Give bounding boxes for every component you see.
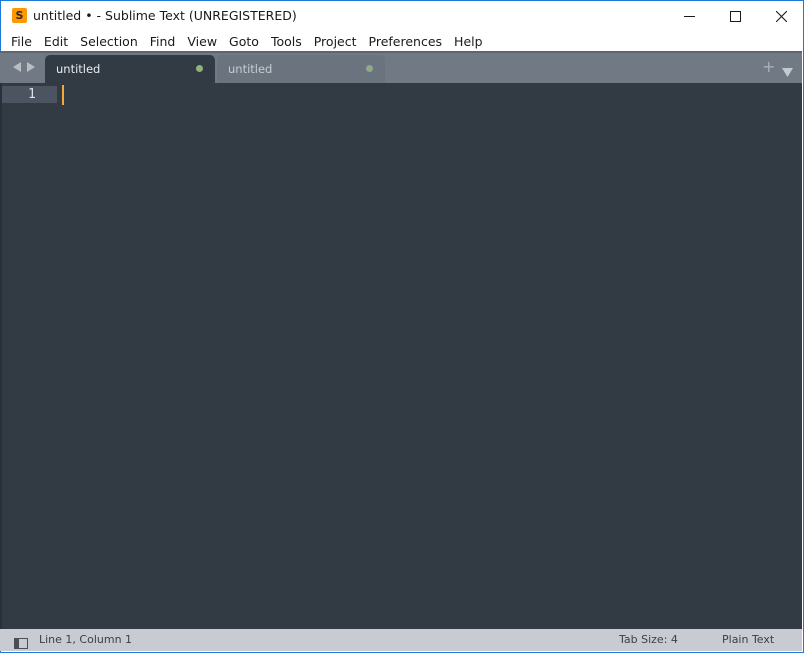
chevron-right-icon[interactable] (26, 61, 37, 73)
tab-label: untitled (228, 62, 273, 76)
status-syntax[interactable]: Plain Text (722, 633, 774, 646)
close-button[interactable] (758, 1, 804, 31)
modified-dot-icon[interactable] (196, 65, 203, 72)
menu-selection[interactable]: Selection (74, 31, 144, 52)
chevron-left-icon[interactable] (11, 61, 22, 73)
menu-tools[interactable]: Tools (265, 31, 308, 52)
side-panel-icon (14, 638, 28, 649)
line-number: 1 (28, 87, 36, 102)
sublime-text-icon: S (12, 8, 27, 23)
maximize-icon (729, 10, 741, 22)
triangle-down-icon (782, 68, 793, 77)
tab-navigation (11, 59, 39, 75)
menu-preferences[interactable]: Preferences (363, 31, 449, 52)
menu-project[interactable]: Project (308, 31, 363, 52)
title-bar: S untitled • - Sublime Text (UNREGISTERE… (1, 1, 803, 31)
tab-label: untitled (56, 62, 101, 76)
modified-dot-icon[interactable] (366, 65, 373, 72)
text-cursor (62, 85, 64, 105)
minimize-icon (683, 15, 695, 17)
plus-icon[interactable]: + (762, 58, 775, 76)
side-panel-toggle[interactable] (14, 634, 28, 653)
editor-edge (0, 83, 2, 629)
close-icon (775, 10, 787, 22)
tab-menu-button[interactable] (782, 62, 793, 81)
tab-untitled-inactive[interactable]: untitled (217, 55, 385, 83)
tab-bar-border (0, 51, 802, 53)
menu-edit[interactable]: Edit (38, 31, 74, 52)
status-cursor-position: Line 1, Column 1 (39, 633, 133, 646)
menu-help[interactable]: Help (448, 31, 489, 52)
menu-goto[interactable]: Goto (223, 31, 265, 52)
minimize-button[interactable] (666, 1, 712, 31)
menu-view[interactable]: View (181, 31, 223, 52)
menu-file[interactable]: File (5, 31, 38, 52)
tab-untitled-active[interactable]: untitled (45, 55, 215, 83)
menu-bar: File Edit Selection Find View Goto Tools… (1, 31, 803, 52)
status-tab-size[interactable]: Tab Size: 4 (619, 633, 678, 646)
editor-area[interactable] (0, 83, 802, 629)
maximize-button[interactable] (712, 1, 758, 31)
menu-find[interactable]: Find (144, 31, 182, 52)
window-title: untitled • - Sublime Text (UNREGISTERED) (33, 8, 297, 23)
